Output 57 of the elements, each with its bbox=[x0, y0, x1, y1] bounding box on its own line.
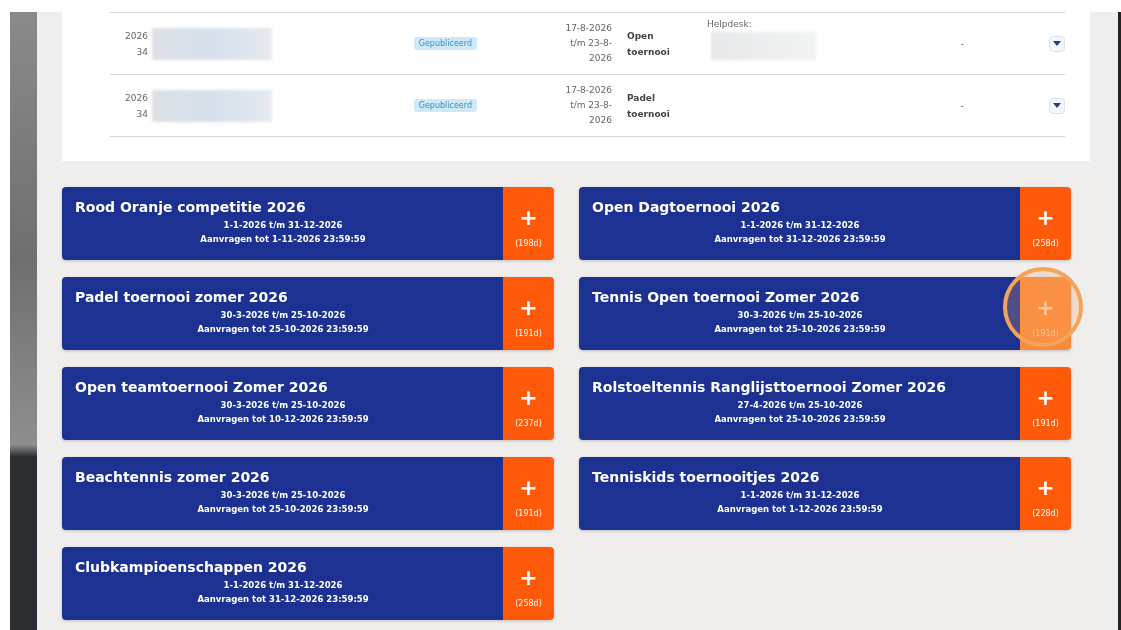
tournament-card[interactable]: Rood Oranje competitie 2026 1-1-2026 t/m 31-12-2026 Aanvragen tot 1-11-2026 23:59:59 bbox=[62, 187, 503, 260]
date-cell-text: 2026 bbox=[589, 114, 612, 127]
type-cell-text: Padel toernooi bbox=[627, 91, 671, 121]
status-badge: Gepubliceerd bbox=[413, 99, 477, 112]
card-title: Rood Oranje competitie 2026 bbox=[75, 199, 307, 215]
card-period: 1-1-2026 t/m 31-12-2026 bbox=[739, 219, 861, 232]
year-cell-text: 2026 bbox=[125, 91, 148, 105]
card-deadline: Aanvragen tot 10-12-2026 23:59:59 bbox=[196, 413, 370, 426]
card-period: 30-3-2026 t/m 25-10-2026 bbox=[736, 309, 864, 322]
date-cell-text: 17-8-2026 bbox=[565, 84, 612, 97]
tournament-card[interactable]: Open Dagtoernooi 2026 1-1-2026 t/m 31-12-2026 Aanvragen tot 31-12-2026 23:59:59 bbox=[579, 187, 1020, 260]
number-cell-text: 34 bbox=[136, 107, 148, 121]
table-cell-text: - bbox=[959, 38, 965, 49]
tournament-card[interactable]: Beachtennis zomer 2026 30-3-2026 t/m 25-10-2026 Aanvragen tot 25-10-2026 23:59:59 bbox=[62, 457, 503, 530]
card-period: 27-4-2026 t/m 25-10-2026 bbox=[736, 399, 864, 412]
caret-icon bbox=[1053, 102, 1061, 109]
card-period: 1-1-2026 t/m 31-12-2026 bbox=[739, 489, 861, 502]
card-title: Beachtennis zomer 2026 bbox=[75, 469, 271, 485]
card-deadline: Aanvragen tot 31-12-2026 23:59:59 bbox=[713, 233, 887, 246]
card-title: Padel toernooi zomer 2026 bbox=[75, 289, 289, 305]
card-title: Tenniskids toernooitjes 2026 bbox=[592, 469, 821, 485]
tournament-card[interactable]: Tenniskids toernooitjes 2026 1-1-2026 t/m 31-12-2026 Aanvragen tot 1-12-2026 23:59:59 bbox=[579, 457, 1020, 530]
card-title: Tennis Open toernooi Zomer 2026 bbox=[592, 289, 861, 305]
tournament-card[interactable]: Rolstoeltennis Ranglijsttoernooi Zomer 2026 27-4-2026 t/m 25-10-2026 Aanvragen tot 25-10-2026 23:59:59 bbox=[579, 367, 1020, 440]
card-period: 30-3-2026 t/m 25-10-2026 bbox=[219, 489, 347, 502]
type-cell-text: Open toernooi bbox=[627, 29, 671, 59]
expand-button[interactable] bbox=[1049, 97, 1065, 114]
status-badge: Gepubliceerd bbox=[413, 37, 477, 50]
date-cell-text: 17-8-2026 bbox=[565, 22, 612, 35]
card-title: Clubkampioenschappen 2026 bbox=[75, 559, 308, 575]
card-period: 30-3-2026 t/m 25-10-2026 bbox=[219, 399, 347, 412]
card-title: Open teamtoernooi Zomer 2026 bbox=[75, 379, 329, 395]
date-cell-text: t/m 23-8- bbox=[570, 99, 612, 112]
date-cell-text: t/m 23-8- bbox=[570, 37, 612, 50]
card-deadline: Aanvragen tot 1-12-2026 23:59:59 bbox=[716, 503, 884, 516]
caret-icon bbox=[1053, 40, 1061, 47]
card-deadline: Aanvragen tot 25-10-2026 23:59:59 bbox=[713, 323, 887, 336]
tournament-card[interactable]: Tennis Open toernooi Zomer 2026 30-3-2026 t/m 25-10-2026 Aanvragen tot 25-10-2026 23:59:59 bbox=[579, 277, 1020, 350]
card-deadline: Aanvragen tot 25-10-2026 23:59:59 bbox=[196, 323, 370, 336]
number-cell-text: 34 bbox=[136, 45, 148, 59]
card-deadline: Aanvragen tot 25-10-2026 23:59:59 bbox=[196, 503, 370, 516]
card-title: Rolstoeltennis Ranglijsttoernooi Zomer 2026 bbox=[592, 379, 948, 395]
card-deadline: Aanvragen tot 25-10-2026 23:59:59 bbox=[713, 413, 887, 426]
card-deadline: Aanvragen tot 31-12-2026 23:59:59 bbox=[196, 593, 370, 606]
expand-button[interactable] bbox=[1049, 35, 1065, 52]
card-period: 30-3-2026 t/m 25-10-2026 bbox=[219, 309, 347, 322]
card-title: Open Dagtoernooi 2026 bbox=[592, 199, 781, 215]
tournament-card[interactable]: Open teamtoernooi Zomer 2026 30-3-2026 t/m 25-10-2026 Aanvragen tot 10-12-2026 23:59:59 bbox=[62, 367, 503, 440]
year-cell-text: 2026 bbox=[125, 29, 148, 43]
table-cell-text: - bbox=[959, 100, 965, 111]
helpdesk-label: Helpdesk: bbox=[707, 19, 753, 29]
card-period: 1-1-2026 t/m 31-12-2026 bbox=[222, 579, 344, 592]
date-cell-text: 2026 bbox=[589, 52, 612, 65]
card-deadline: Aanvragen tot 1-11-2026 23:59:59 bbox=[199, 233, 367, 246]
card-period: 1-1-2026 t/m 31-12-2026 bbox=[222, 219, 344, 232]
tournament-card[interactable]: Clubkampioenschappen 2026 1-1-2026 t/m 31-12-2026 Aanvragen tot 31-12-2026 23:59:59 bbox=[62, 547, 503, 620]
tournament-card[interactable]: Padel toernooi zomer 2026 30-3-2026 t/m 25-10-2026 Aanvragen tot 25-10-2026 23:59:59 bbox=[62, 277, 503, 350]
